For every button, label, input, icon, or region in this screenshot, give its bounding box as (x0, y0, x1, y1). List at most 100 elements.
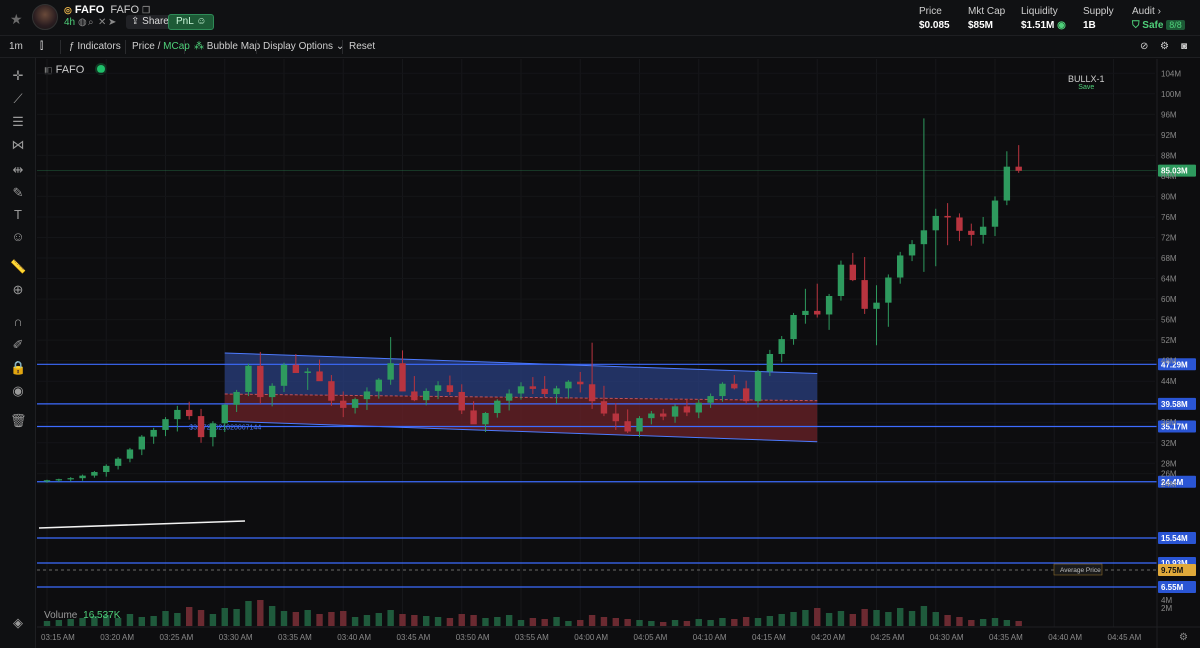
chart-toolbar: 1m ⫿ ƒ Indicators Price / MCap ⁂ Bubble … (0, 36, 1200, 91)
lock-icon[interactable]: 🔒 (10, 360, 26, 376)
stat-audit[interactable]: Audit › ⛉ Safe 8/8 (1132, 6, 1185, 31)
zoom-icon[interactable]: ⊕ (10, 282, 26, 298)
indicators-button[interactable]: ƒ Indicators (69, 41, 121, 52)
candle-body (245, 365, 252, 392)
volume-bar (636, 620, 643, 626)
volume-bar (221, 608, 228, 626)
pnl-label: PnL (176, 16, 194, 27)
text-icon[interactable]: T (10, 207, 26, 223)
share-icon: ⇪ (131, 16, 143, 27)
chevron-right-icon: › (1157, 6, 1161, 17)
candle-body (968, 230, 975, 235)
candle-body (340, 400, 347, 408)
pattern-zone[interactable]: $3.1725621020067144 (38, 352, 818, 529)
trash-icon[interactable]: 🗑 (10, 413, 27, 429)
candle-body (470, 410, 477, 425)
candle-body (636, 418, 643, 432)
candle-body (837, 264, 845, 296)
stat-price: Price $0.085 (919, 6, 950, 31)
volume-bar (766, 616, 774, 626)
volume-bar (209, 614, 217, 626)
telegram-icon[interactable]: ➤ (108, 17, 116, 28)
candlestick-chart[interactable]: $3.1725621020067144 47.29M39.58M35.17M24… (37, 59, 1200, 648)
star-icon[interactable]: ★ (10, 11, 23, 28)
x-tick-label: 04:35 AM (989, 633, 1023, 642)
search-icon[interactable]: ⌕ (88, 17, 94, 28)
volume-bar (790, 612, 797, 626)
candle-body (802, 310, 809, 315)
bubble-map-button[interactable]: ⁂ Bubble Map (194, 41, 260, 52)
candle-body (292, 364, 300, 373)
web-icon[interactable]: ◍ (78, 17, 87, 28)
candle-body (577, 381, 584, 385)
candle-body (873, 302, 880, 309)
stat-value: 1B (1083, 20, 1096, 31)
crosshair-icon[interactable]: ✛ (10, 68, 26, 84)
x-icon[interactable]: ✕ (98, 17, 106, 28)
candle-body (517, 386, 525, 394)
emoji-icon[interactable]: ☺ (10, 229, 26, 245)
volume-bar (470, 615, 477, 626)
stat-mktcap: Mkt Cap $85M (968, 6, 1005, 31)
chart-area[interactable]: $3.1725621020067144 47.29M39.58M35.17M24… (37, 59, 1200, 648)
ruler-icon[interactable]: 📏 (10, 259, 26, 275)
settings-icon[interactable]: ⚙ (1160, 41, 1169, 52)
interval-button[interactable]: 1m (9, 41, 23, 52)
display-options-button[interactable]: Display Options ⌄ (263, 41, 344, 52)
candle-body (956, 217, 963, 231)
candle-body (411, 391, 418, 401)
candle-type-icon[interactable]: ⫿ (40, 41, 43, 52)
y-tick-label: 80M (1161, 192, 1177, 201)
y-tick-label: 64M (1161, 275, 1177, 284)
eye-icon[interactable]: ◉ (10, 383, 26, 399)
x-tick-label: 03:45 AM (397, 633, 431, 642)
candle-body (944, 215, 951, 218)
brush-icon[interactable]: ✎ (10, 185, 26, 201)
pnl-button[interactable]: PnL ☺ (168, 14, 215, 30)
candle-body (624, 421, 631, 432)
magnet-icon[interactable]: ∩ (10, 314, 26, 330)
candle-body (814, 310, 821, 315)
reset-button[interactable]: Reset (349, 41, 375, 52)
fib-icon[interactable]: ☰ (10, 114, 26, 130)
volume-bar (399, 614, 406, 626)
volume-bar (174, 613, 181, 626)
volume-bar (517, 620, 525, 626)
lock-draw-icon[interactable]: ✐ (10, 337, 26, 353)
candle-body (209, 423, 217, 438)
layers-icon[interactable]: ◈ (10, 615, 26, 631)
volume-bar (778, 614, 785, 626)
trendline-icon[interactable]: ⟋ (10, 91, 26, 107)
volume-bar (565, 621, 572, 626)
compare-icon[interactable]: ⊘ (1140, 41, 1148, 52)
candle-body (387, 363, 394, 380)
candle-body (257, 365, 264, 398)
price-mcap-toggle[interactable]: Price / MCap (132, 41, 190, 52)
trendline-drawing (38, 520, 246, 529)
camera-icon[interactable]: ◙ (1181, 41, 1187, 52)
volume-bar (908, 611, 916, 626)
candle-body (434, 385, 442, 391)
share-label: Share (142, 16, 169, 27)
volume-bar (505, 615, 513, 626)
candle-body (529, 386, 537, 389)
pattern-icon[interactable]: ⋈ (10, 137, 26, 153)
volume-bar (600, 617, 608, 626)
stat-label: Supply (1083, 6, 1114, 17)
volume-bar (588, 615, 596, 626)
forecast-icon[interactable]: ⇹ (10, 162, 26, 178)
audit-value: Safe (1142, 20, 1164, 31)
average-price-label: 9.75M (1161, 566, 1184, 575)
volume-bar (802, 610, 809, 626)
candle-body (920, 230, 928, 245)
copy-icon[interactable]: ❐ (142, 5, 150, 15)
volume-bar (138, 617, 145, 626)
level-label: 15.54M (1161, 534, 1188, 543)
bubble-map-label: Bubble Map (206, 41, 261, 52)
share-button[interactable]: ⇪ Share (126, 15, 174, 29)
volume-bar (624, 619, 631, 626)
volume-bar (648, 621, 655, 626)
candle-body (991, 200, 999, 227)
volume-bar (233, 609, 240, 626)
volume-bar (897, 608, 904, 626)
